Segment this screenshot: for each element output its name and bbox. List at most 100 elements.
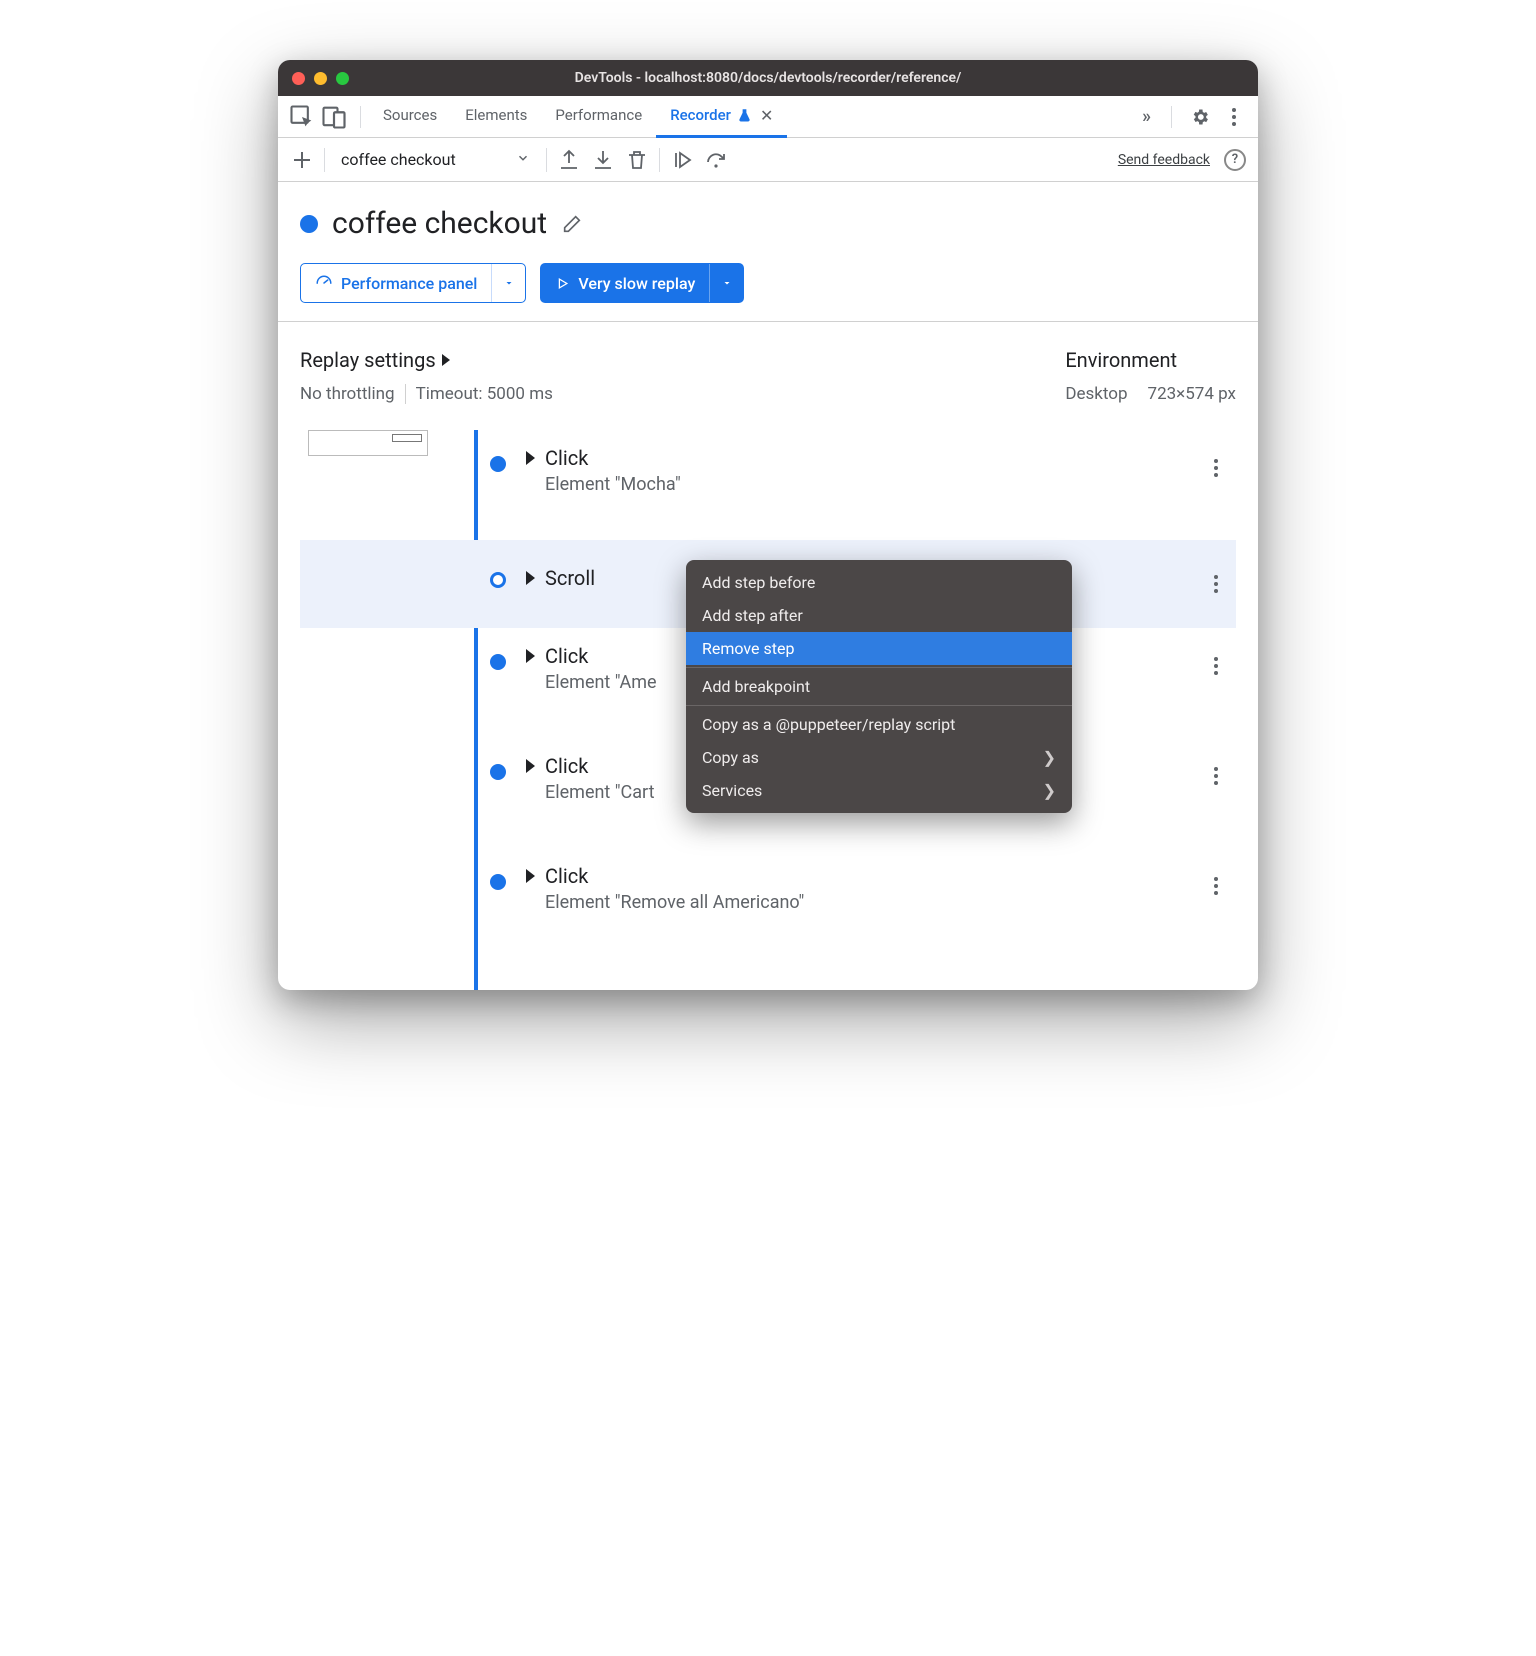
step-menu-icon[interactable] [1204, 874, 1228, 898]
env-viewport: 723×574 px [1148, 384, 1236, 404]
separator [686, 667, 1072, 668]
toggle-device-icon[interactable] [320, 103, 348, 131]
menu-copy-as[interactable]: Copy as ❯ [686, 741, 1072, 774]
separator [546, 148, 547, 172]
help-icon[interactable]: ? [1224, 149, 1246, 171]
tab-label: Recorder [670, 106, 731, 124]
close-window-button[interactable] [292, 72, 305, 85]
menu-item-label: Remove step [702, 639, 794, 658]
menu-add-step-after[interactable]: Add step after [686, 599, 1072, 632]
separator [324, 148, 325, 172]
expand-icon[interactable] [526, 571, 535, 585]
replay-settings-toggle[interactable]: Replay settings [300, 348, 553, 372]
flask-icon [737, 108, 752, 123]
minimize-window-button[interactable] [314, 72, 327, 85]
expand-icon[interactable] [526, 759, 535, 773]
replay-dropdown[interactable] [709, 264, 743, 302]
step-marker-icon [490, 874, 506, 890]
continue-icon[interactable] [670, 148, 694, 172]
step-row[interactable]: Click Element "Remove all Americano" [300, 848, 1236, 958]
step-context-menu: Add step before Add step after Remove st… [686, 560, 1072, 813]
window-title: DevTools - localhost:8080/docs/devtools/… [278, 70, 1258, 86]
tab-elements[interactable]: Elements [451, 96, 541, 138]
menu-item-label: Services [702, 781, 762, 800]
environment-label: Environment [1065, 348, 1236, 372]
step-detail: Element "Remove all Americano" [545, 892, 1236, 913]
replay-button[interactable]: Very slow replay [540, 263, 744, 303]
separator [1171, 106, 1172, 128]
step-over-icon[interactable] [704, 148, 728, 172]
expand-icon[interactable] [526, 649, 535, 663]
menu-item-label: Copy as a @puppeteer/replay script [702, 715, 955, 734]
chevron-down-icon [516, 150, 530, 169]
maximize-window-button[interactable] [336, 72, 349, 85]
step-menu-icon[interactable] [1204, 654, 1228, 678]
settings-icon[interactable] [1186, 103, 1214, 131]
settings-section: Replay settings No throttling Timeout: 5… [278, 322, 1258, 430]
separator [686, 705, 1072, 706]
separator [659, 148, 660, 172]
menu-copy-puppeteer[interactable]: Copy as a @puppeteer/replay script [686, 708, 1072, 741]
recording-selector-label: coffee checkout [341, 150, 456, 169]
env-device: Desktop [1065, 384, 1127, 404]
step-row[interactable]: Click Element "Mocha" [300, 430, 1236, 540]
steps-timeline: Click Element "Mocha" Scroll Click Eleme… [278, 430, 1258, 990]
tab-label: Performance [555, 106, 642, 124]
recording-header: coffee checkout Performance panel [278, 182, 1258, 322]
menu-add-step-before[interactable]: Add step before [686, 566, 1072, 599]
step-type: Click [545, 446, 588, 470]
menu-remove-step[interactable]: Remove step [686, 632, 1072, 665]
tab-label: Elements [465, 106, 527, 124]
more-tabs-icon[interactable]: » [1136, 106, 1157, 127]
export-icon[interactable] [557, 148, 581, 172]
step-marker-icon [490, 654, 506, 670]
menu-item-label: Add step before [702, 573, 815, 592]
send-feedback-link[interactable]: Send feedback [1118, 152, 1210, 168]
step-menu-icon[interactable] [1204, 764, 1228, 788]
tab-performance[interactable]: Performance [541, 96, 656, 138]
import-icon[interactable] [591, 148, 615, 172]
tab-recorder[interactable]: Recorder ✕ [656, 96, 787, 138]
step-menu-icon[interactable] [1204, 456, 1228, 480]
recording-selector[interactable]: coffee checkout [335, 148, 536, 171]
step-detail: Element "Mocha" [545, 474, 1236, 495]
performance-panel-dropdown[interactable] [491, 264, 525, 302]
timeout-value: Timeout: 5000 ms [416, 384, 553, 404]
menu-add-breakpoint[interactable]: Add breakpoint [686, 670, 1072, 703]
new-recording-icon[interactable] [290, 148, 314, 172]
devtools-window: DevTools - localhost:8080/docs/devtools/… [278, 60, 1258, 990]
traffic-lights [292, 72, 349, 85]
step-marker-icon [490, 764, 506, 780]
gauge-icon [315, 274, 333, 292]
chevron-right-icon: ❯ [1043, 781, 1056, 800]
edit-title-icon[interactable] [561, 213, 583, 235]
delete-icon[interactable] [625, 148, 649, 172]
step-type: Click [545, 644, 588, 668]
devtools-menu-icon[interactable] [1220, 103, 1248, 131]
expand-icon[interactable] [526, 451, 535, 465]
expand-icon[interactable] [526, 869, 535, 883]
recording-title: coffee checkout [332, 206, 547, 241]
step-menu-icon[interactable] [1204, 572, 1228, 596]
chevron-right-icon: ❯ [1043, 748, 1056, 767]
menu-item-label: Copy as [702, 748, 759, 767]
menu-services[interactable]: Services ❯ [686, 774, 1072, 807]
titlebar: DevTools - localhost:8080/docs/devtools/… [278, 60, 1258, 96]
replay-settings-label: Replay settings [300, 348, 436, 372]
separator [405, 384, 406, 404]
devtools-tabbar: Sources Elements Performance Recorder ✕ … [278, 96, 1258, 138]
performance-panel-button[interactable]: Performance panel [300, 263, 526, 303]
inspect-element-icon[interactable] [288, 103, 316, 131]
step-type: Click [545, 864, 588, 888]
menu-item-label: Add step after [702, 606, 803, 625]
separator [360, 106, 361, 128]
tab-label: Sources [383, 106, 437, 124]
menu-item-label: Add breakpoint [702, 677, 810, 696]
button-label: Very slow replay [578, 274, 695, 293]
close-tab-icon[interactable]: ✕ [760, 106, 773, 125]
step-type: Click [545, 754, 588, 778]
recorder-toolbar: coffee checkout Send feedback ? [278, 138, 1258, 182]
caret-right-icon [442, 354, 450, 366]
button-label: Performance panel [341, 274, 477, 293]
tab-sources[interactable]: Sources [369, 96, 451, 138]
